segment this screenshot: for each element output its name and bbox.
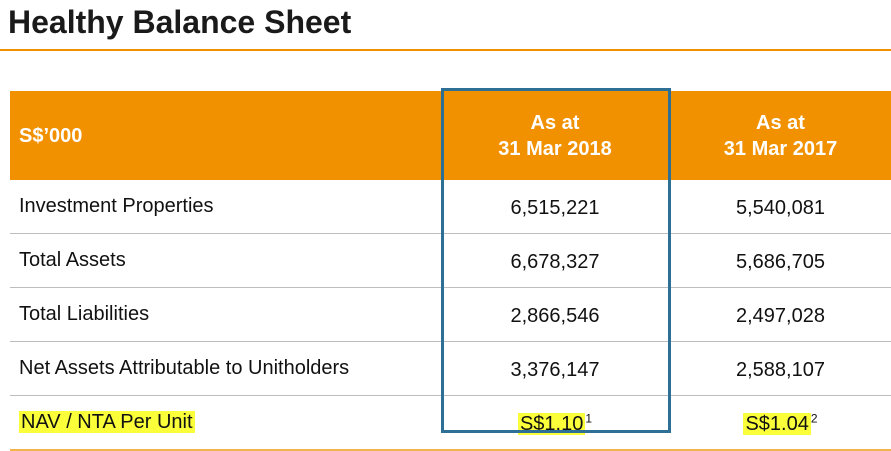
value-2018: 3,376,147 bbox=[440, 341, 670, 396]
value-2018: 6,515,221 bbox=[440, 180, 670, 234]
nav-value-2017: S$1.04 bbox=[743, 413, 811, 435]
column-header-2018-line1: As at bbox=[530, 111, 580, 134]
row-label: Investment Properties bbox=[10, 180, 440, 234]
column-header-2017-line2: 31 Mar 2017 bbox=[723, 137, 838, 160]
row-label: Total Assets bbox=[10, 233, 440, 288]
column-header-2017: As at 31 Mar 2017 bbox=[670, 91, 891, 180]
value-2018: 2,866,546 bbox=[440, 287, 670, 342]
table-row: Total Assets 6,678,327 5,686,705 bbox=[10, 233, 891, 288]
title-underline bbox=[0, 49, 891, 51]
nav-row-label: NAV / NTA Per Unit bbox=[19, 411, 195, 433]
value-2017: 5,540,081 bbox=[670, 180, 891, 234]
currency-unit-header: S$’000 bbox=[10, 91, 440, 180]
table-row: Net Assets Attributable to Unitholders 3… bbox=[10, 341, 891, 396]
column-header-2018: As at 31 Mar 2018 bbox=[440, 91, 670, 180]
footnote-marker-1: 1 bbox=[585, 411, 593, 426]
nav-row: NAV / NTA Per Unit S$1.10 1 S$1.04 2 bbox=[10, 395, 891, 451]
nav-value-2018-cell: S$1.10 1 bbox=[440, 395, 670, 451]
table-header-row: S$’000 As at 31 Mar 2018 As at 31 Mar 20… bbox=[10, 91, 891, 180]
value-2018: 6,678,327 bbox=[440, 233, 670, 288]
value-2017: 5,686,705 bbox=[670, 233, 891, 288]
value-2017: 2,497,028 bbox=[670, 287, 891, 342]
table-row: Total Liabilities 2,866,546 2,497,028 bbox=[10, 287, 891, 342]
value-2017: 2,588,107 bbox=[670, 341, 891, 396]
nav-value-2017-cell: S$1.04 2 bbox=[670, 395, 891, 451]
nav-row-label-cell: NAV / NTA Per Unit bbox=[10, 395, 440, 451]
column-header-2017-line1: As at bbox=[756, 111, 805, 134]
balance-sheet-table: S$’000 As at 31 Mar 2018 As at 31 Mar 20… bbox=[10, 91, 891, 451]
column-header-2018-line2: 31 Mar 2018 bbox=[498, 137, 612, 160]
row-label: Total Liabilities bbox=[10, 287, 440, 342]
row-label: Net Assets Attributable to Unitholders bbox=[10, 341, 440, 396]
table-row: Investment Properties 6,515,221 5,540,08… bbox=[10, 180, 891, 234]
page-title: Healthy Balance Sheet bbox=[8, 4, 352, 40]
footnote-marker-2: 2 bbox=[810, 411, 818, 426]
nav-value-2018: S$1.10 bbox=[517, 413, 586, 435]
